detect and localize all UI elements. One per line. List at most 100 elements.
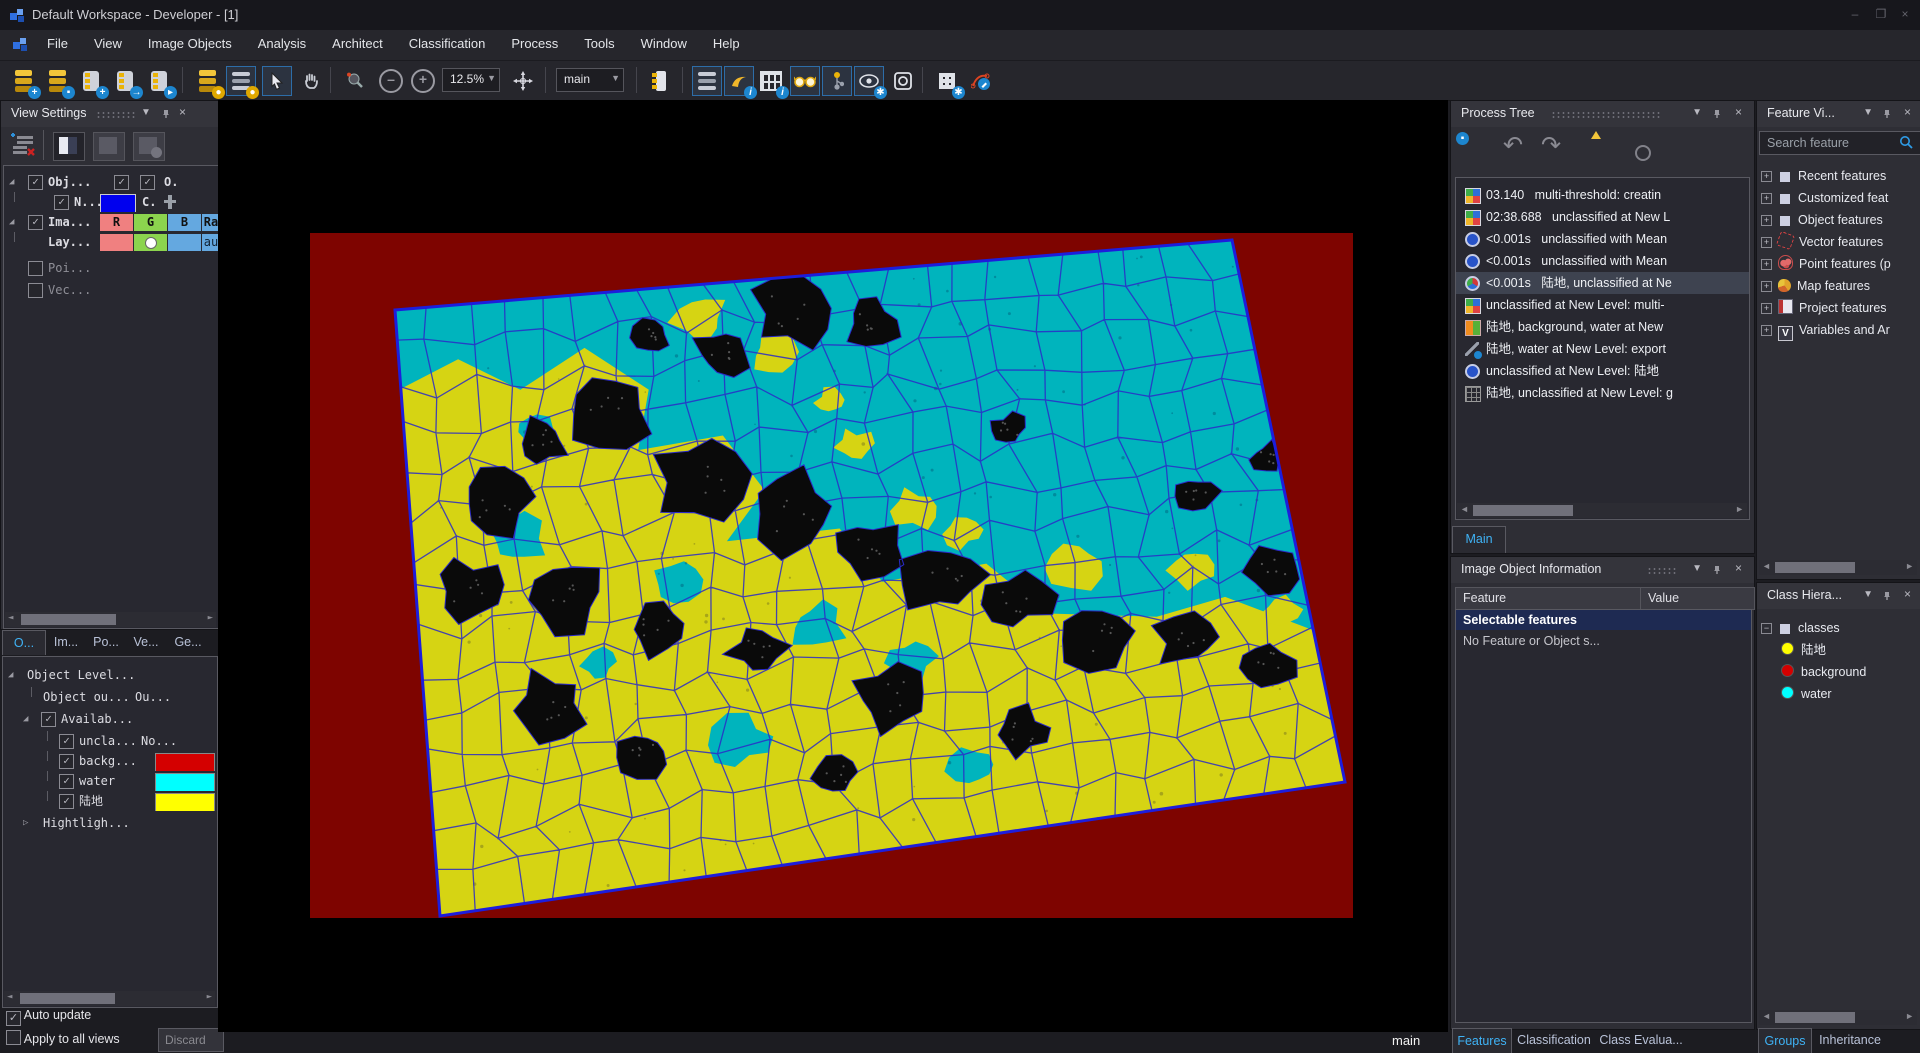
menu-architect[interactable]: Architect	[319, 30, 396, 51]
tab-classification[interactable]: Classification	[1514, 1028, 1594, 1052]
section-row[interactable]: Selectable features	[1456, 610, 1751, 630]
class-color-swatch[interactable]	[155, 753, 215, 771]
horizontal-scrollbar[interactable]: ◄ ►	[1759, 1010, 1917, 1025]
expand-plus-icon[interactable]: +	[1761, 325, 1772, 336]
open-project-icon[interactable]: ▸	[144, 66, 177, 99]
tree-row-background[interactable]: ✓ backg...	[3, 751, 217, 771]
scroll-left-icon[interactable]: ◄	[1762, 1011, 1771, 1021]
tab-vector[interactable]: Ve...	[128, 630, 164, 654]
create-workspace-icon[interactable]: +	[8, 66, 41, 99]
horizontal-scrollbar[interactable]: ◄ ►	[1457, 503, 1747, 518]
blue-channel-cell[interactable]: B	[168, 214, 201, 231]
viewport-tab-main[interactable]: main	[1392, 1033, 1420, 1048]
process-item[interactable]: unclassified at New Level: multi-	[1456, 294, 1749, 316]
close-icon[interactable]: ×	[1904, 587, 1911, 601]
split-window-icon[interactable]	[646, 66, 676, 96]
feature-item[interactable]: + Recent features	[1761, 165, 1920, 187]
process-item[interactable]: <0.001s unclassified with Mean	[1456, 250, 1749, 272]
menu-image-objects[interactable]: Image Objects	[135, 30, 245, 51]
checkbox[interactable]: ✓	[59, 774, 74, 789]
tree-row-layer[interactable]: Lay... au	[4, 232, 218, 252]
horizontal-scrollbar[interactable]: ◄ ►	[4, 991, 215, 1006]
process-item[interactable]: 02:38.688 unclassified at New L	[1456, 206, 1749, 228]
process-item[interactable]: 陆地, unclassified at New Level: g	[1456, 382, 1749, 404]
menu-file[interactable]: File	[34, 30, 81, 51]
select-cursor-icon[interactable]	[262, 66, 292, 96]
layer-au-cell[interactable]: au	[202, 234, 218, 251]
tree-row-unclassified[interactable]: ✓ uncla... No...	[3, 731, 217, 751]
checkbox[interactable]	[28, 261, 43, 276]
tree-row-object[interactable]: ◢ ✓ Obj... ✓ ✓ O.	[4, 172, 218, 192]
scroll-left-icon[interactable]: ◄	[1762, 561, 1771, 571]
checkbox[interactable]: ✓	[59, 734, 74, 749]
process-item[interactable]: 陆地, water at New Level: export	[1456, 338, 1749, 360]
red-channel-cell[interactable]: R	[100, 214, 133, 231]
redo-icon[interactable]: ↷	[1541, 131, 1561, 160]
show-classification-glasses-icon[interactable]	[790, 66, 820, 96]
column-header-feature[interactable]: Feature	[1455, 587, 1648, 610]
process-item[interactable]: unclassified at New Level: 陆地	[1456, 360, 1749, 382]
tab-inheritance[interactable]: Inheritance	[1814, 1028, 1886, 1052]
drag-grip[interactable]	[1551, 111, 1661, 118]
tab-point[interactable]: Po...	[88, 630, 124, 654]
expand-plus-icon[interactable]: +	[1761, 171, 1772, 182]
grid-settings-icon[interactable]: ✱	[932, 66, 965, 99]
feature-search-input[interactable]: Search feature	[1759, 131, 1920, 155]
process-item[interactable]: 陆地, background, water at New	[1456, 316, 1749, 338]
scroll-right-icon[interactable]: ►	[1905, 561, 1914, 571]
process-item[interactable]: <0.001s unclassified with Mean	[1456, 228, 1749, 250]
scroll-left-icon[interactable]: ◄	[8, 613, 13, 623]
class-item-background[interactable]: background	[1781, 661, 1920, 683]
edit-view-settings-icon[interactable]	[9, 132, 35, 158]
menu-window[interactable]: Window	[628, 30, 700, 51]
tab-image[interactable]: Im...	[48, 630, 84, 654]
expand-plus-icon[interactable]: +	[1761, 303, 1772, 314]
pin-icon[interactable]	[1882, 109, 1892, 119]
expand-plus-icon[interactable]: +	[1761, 237, 1772, 248]
process-tree-tab-main[interactable]: Main	[1452, 526, 1506, 553]
close-icon[interactable]: ×	[179, 105, 186, 119]
pin-icon[interactable]	[1882, 591, 1892, 601]
checkbox[interactable]: ✓	[59, 754, 74, 769]
map-viewport[interactable]	[218, 100, 1448, 1032]
expander-icon[interactable]: ◢	[8, 665, 13, 685]
apply-all-option[interactable]: Apply to all views	[6, 1030, 120, 1046]
view-side-by-side-icon[interactable]: i	[756, 66, 789, 99]
collapse-minus-icon[interactable]: −	[1761, 623, 1772, 634]
menu-process[interactable]: Process	[498, 30, 571, 51]
view-mode-2-button[interactable]	[93, 132, 125, 161]
scroll-right-icon[interactable]: ►	[207, 992, 212, 1002]
tree-row-land[interactable]: ✓ 陆地	[3, 791, 217, 811]
undo-icon[interactable]: ↶	[1503, 131, 1523, 160]
menu-classification[interactable]: Classification	[396, 30, 499, 51]
checkbox[interactable]: ✓	[6, 1011, 21, 1026]
close-icon[interactable]: ×	[1735, 561, 1742, 575]
checkbox[interactable]: ✓	[28, 215, 43, 230]
tab-features[interactable]: Features	[1452, 1028, 1512, 1053]
chevron-down-icon[interactable]: ▼	[1863, 107, 1873, 118]
scroll-thumb[interactable]	[1775, 562, 1855, 573]
feature-item[interactable]: + Vector features	[1761, 231, 1920, 253]
close-button[interactable]: ×	[1894, 5, 1916, 23]
tree-row-point[interactable]: Poi...	[4, 258, 218, 278]
close-icon[interactable]: ×	[1904, 105, 1911, 119]
pin-icon[interactable]	[1712, 109, 1722, 119]
layer-green-cell[interactable]	[134, 234, 167, 251]
expander-icon[interactable]: ▷	[23, 813, 28, 833]
feature-item[interactable]: + Map features	[1761, 275, 1920, 297]
chevron-down-icon[interactable]: ▼	[611, 73, 620, 83]
scroll-thumb[interactable]	[1473, 505, 1573, 516]
feature-item[interactable]: + Point features (p	[1761, 253, 1920, 275]
chevron-down-icon[interactable]: ▼	[1692, 563, 1702, 574]
scroll-thumb[interactable]	[20, 993, 115, 1004]
tab-object[interactable]: O...	[2, 630, 46, 655]
tree-row-image-data[interactable]: ◢ ✓ Ima... R G B Ra	[4, 212, 218, 232]
load-scenes-clock-icon[interactable]: ●	[192, 66, 225, 99]
scroll-thumb[interactable]	[21, 614, 116, 625]
tab-groups[interactable]: Groups	[1758, 1028, 1812, 1053]
pin-icon[interactable]	[1712, 565, 1722, 575]
discard-button[interactable]: Discard	[158, 1028, 224, 1052]
checkbox[interactable]: ✓	[140, 175, 155, 190]
save-workspace-icon[interactable]: ▪	[42, 66, 75, 99]
image-object-graph-icon[interactable]	[822, 66, 852, 96]
